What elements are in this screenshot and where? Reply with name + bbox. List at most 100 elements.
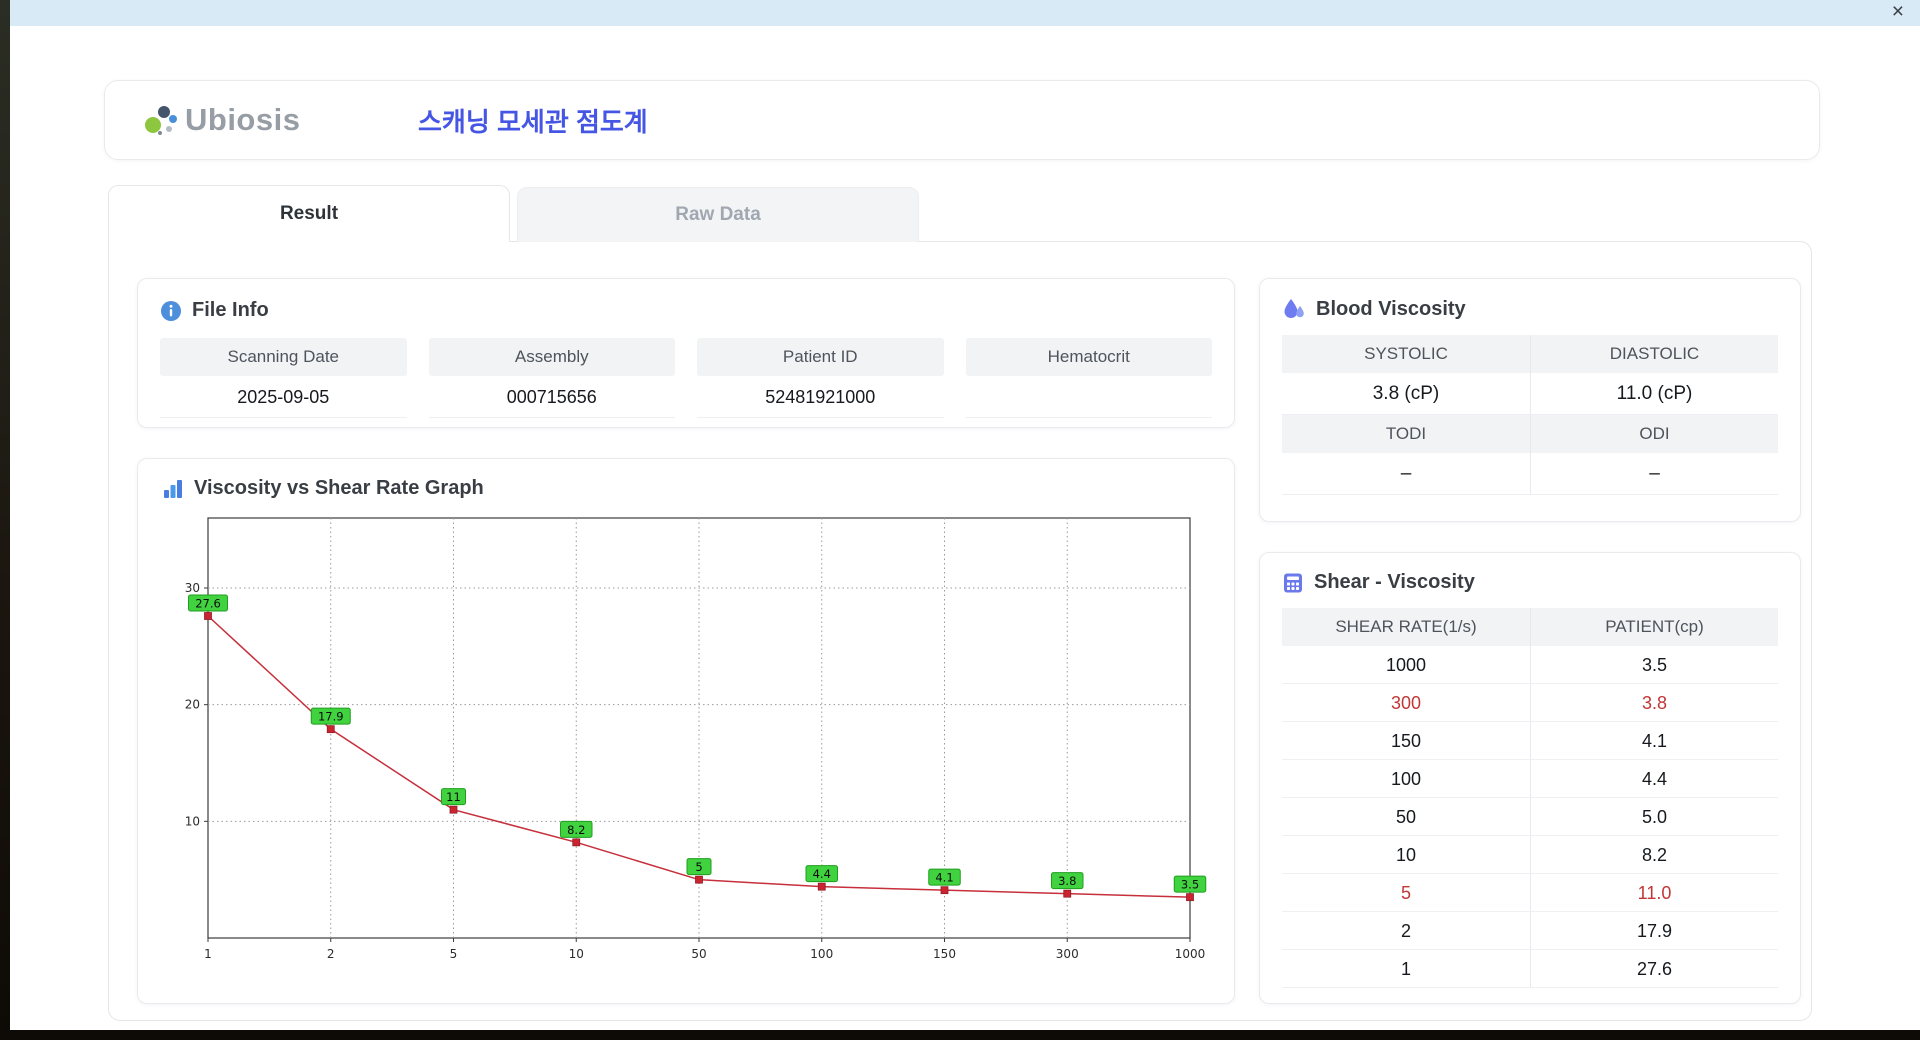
diastolic-header: DIASTOLIC bbox=[1530, 335, 1778, 373]
patient-cell: 4.4 bbox=[1530, 760, 1778, 798]
shear-rate-cell: 5 bbox=[1282, 874, 1530, 912]
svg-text:4.4: 4.4 bbox=[813, 867, 831, 881]
table-row: – – bbox=[1282, 453, 1778, 495]
field-value: 52481921000 bbox=[697, 376, 944, 418]
table-row: 150 4.1 bbox=[1282, 722, 1778, 760]
table-row: 1000 3.5 bbox=[1282, 646, 1778, 684]
table-row: 50 5.0 bbox=[1282, 798, 1778, 836]
patient-cell: 11.0 bbox=[1530, 874, 1778, 912]
patient-column-header: PATIENT(cp) bbox=[1530, 608, 1778, 646]
patient-cell: 4.1 bbox=[1530, 722, 1778, 760]
patient-cell: 3.5 bbox=[1530, 646, 1778, 684]
systolic-header: SYSTOLIC bbox=[1282, 335, 1530, 373]
svg-text:1: 1 bbox=[204, 947, 212, 961]
table-row: 2 17.9 bbox=[1282, 912, 1778, 950]
table-row: 3.8 (cP) 11.0 (cP) bbox=[1282, 373, 1778, 415]
svg-text:2: 2 bbox=[327, 947, 335, 961]
shear-rate-cell: 300 bbox=[1282, 684, 1530, 722]
patient-cell: 3.8 bbox=[1530, 684, 1778, 722]
file-info-card: File Info Scanning Date 2025-09-05 Assem… bbox=[137, 278, 1235, 428]
shear-rate-cell: 2 bbox=[1282, 912, 1530, 950]
svg-text:50: 50 bbox=[691, 947, 706, 961]
logo-text: Ubiosis bbox=[185, 102, 301, 137]
table-header-row: SHEAR RATE(1/s) PATIENT(cp) bbox=[1282, 608, 1778, 646]
shear-rate-cell: 1 bbox=[1282, 950, 1530, 988]
shear-rate-cell: 10 bbox=[1282, 836, 1530, 874]
shear-rate-cell: 100 bbox=[1282, 760, 1530, 798]
svg-text:11: 11 bbox=[446, 790, 461, 804]
patient-cell: 27.6 bbox=[1530, 950, 1778, 988]
graph-card: Viscosity vs Shear Rate Graph 10 20 30 1 2 5 1… bbox=[137, 458, 1235, 1004]
table-header-row: TODI ODI bbox=[1282, 415, 1778, 453]
app-title: 스캐닝 모세관 점도계 bbox=[418, 106, 648, 137]
svg-text:30: 30 bbox=[185, 581, 200, 595]
table-row: 10 8.2 bbox=[1282, 836, 1778, 874]
svg-text:100: 100 bbox=[810, 947, 833, 961]
result-panel: File Info Scanning Date 2025-09-05 Assem… bbox=[108, 241, 1812, 1021]
viscosity-chart: 10 20 30 1 2 5 10 50 100 150 300 1000 27.6 17.9 11 8.2 5… bbox=[185, 517, 1207, 961]
file-info-fields: Scanning Date 2025-09-05 Assembly 000715… bbox=[160, 338, 1212, 418]
shear-rate-cell: 50 bbox=[1282, 798, 1530, 836]
blood-viscosity-title: Blood Viscosity bbox=[1316, 297, 1466, 320]
svg-text:8.2: 8.2 bbox=[567, 823, 585, 837]
tab-result[interactable]: Result bbox=[108, 185, 510, 242]
water-drops-icon bbox=[1282, 297, 1306, 321]
odi-value: – bbox=[1530, 453, 1778, 495]
calculator-grid-icon bbox=[1282, 572, 1304, 594]
titlebar: × bbox=[10, 0, 1920, 26]
patient-cell: 5.0 bbox=[1530, 798, 1778, 836]
todi-header: TODI bbox=[1282, 415, 1530, 453]
file-info-title: File Info bbox=[192, 299, 269, 321]
svg-text:300: 300 bbox=[1056, 947, 1079, 961]
graph-title: Viscosity vs Shear Rate Graph bbox=[194, 477, 484, 499]
blood-viscosity-card: Blood Viscosity SYSTOLIC DIASTOLIC 3.8 (… bbox=[1259, 278, 1801, 522]
field-label: Assembly bbox=[428, 338, 675, 376]
shear-viscosity-title: Shear - Viscosity bbox=[1314, 571, 1475, 593]
patient-cell: 17.9 bbox=[1530, 912, 1778, 950]
field-value: 2025-09-05 bbox=[160, 376, 407, 418]
svg-text:5: 5 bbox=[695, 860, 702, 874]
field-label: Hematocrit bbox=[965, 338, 1212, 376]
svg-text:1000: 1000 bbox=[1175, 947, 1206, 961]
field-value bbox=[965, 376, 1212, 418]
svg-text:4.1: 4.1 bbox=[935, 871, 953, 885]
info-circle-icon bbox=[160, 300, 182, 322]
table-header-row: SYSTOLIC DIASTOLIC bbox=[1282, 335, 1778, 373]
field-label: Scanning Date bbox=[160, 338, 407, 376]
shear-rate-cell: 1000 bbox=[1282, 646, 1530, 684]
field-assembly: Assembly 000715656 bbox=[428, 338, 675, 418]
svg-text:3.8: 3.8 bbox=[1058, 874, 1076, 888]
table-row: 5 11.0 bbox=[1282, 874, 1778, 912]
svg-text:5: 5 bbox=[450, 947, 458, 961]
tab-bar: Result Raw Data bbox=[108, 185, 919, 242]
ubiosis-logo: Ubiosis bbox=[143, 102, 373, 138]
diastolic-value: 11.0 (cP) bbox=[1530, 373, 1778, 415]
ubiosis-dots-icon bbox=[143, 102, 179, 138]
patient-cell: 8.2 bbox=[1530, 836, 1778, 874]
close-icon[interactable]: × bbox=[1892, 0, 1904, 26]
svg-text:10: 10 bbox=[569, 947, 584, 961]
field-hematocrit: Hematocrit bbox=[965, 338, 1212, 418]
bar-chart-icon bbox=[162, 478, 184, 500]
svg-text:20: 20 bbox=[185, 698, 200, 712]
field-patient-id: Patient ID 52481921000 bbox=[697, 338, 944, 418]
table-row: 1 27.6 bbox=[1282, 950, 1778, 988]
table-row: 300 3.8 bbox=[1282, 684, 1778, 722]
svg-text:3.5: 3.5 bbox=[1181, 878, 1199, 892]
field-scanning-date: Scanning Date 2025-09-05 bbox=[160, 338, 407, 418]
shear-rate-column-header: SHEAR RATE(1/s) bbox=[1282, 608, 1530, 646]
svg-text:150: 150 bbox=[933, 947, 956, 961]
odi-header: ODI bbox=[1530, 415, 1778, 453]
table-row: 100 4.4 bbox=[1282, 760, 1778, 798]
shear-viscosity-card: Shear - Viscosity SHEAR RATE(1/s) PATIEN… bbox=[1259, 552, 1801, 1004]
svg-text:17.9: 17.9 bbox=[318, 710, 344, 724]
tab-raw-data[interactable]: Raw Data bbox=[517, 187, 919, 242]
systolic-value: 3.8 (cP) bbox=[1282, 373, 1530, 415]
svg-text:10: 10 bbox=[185, 814, 200, 828]
field-label: Patient ID bbox=[697, 338, 944, 376]
blood-viscosity-table: SYSTOLIC DIASTOLIC 3.8 (cP) 11.0 (cP) TO… bbox=[1282, 335, 1778, 495]
desktop-background: × Ubiosis 스캐닝 모세관 점도계 Result Raw Data Fi… bbox=[0, 0, 1920, 1040]
app-header: Ubiosis 스캐닝 모세관 점도계 bbox=[104, 80, 1820, 160]
app-window: × Ubiosis 스캐닝 모세관 점도계 Result Raw Data Fi… bbox=[10, 0, 1920, 1030]
shear-rate-cell: 150 bbox=[1282, 722, 1530, 760]
